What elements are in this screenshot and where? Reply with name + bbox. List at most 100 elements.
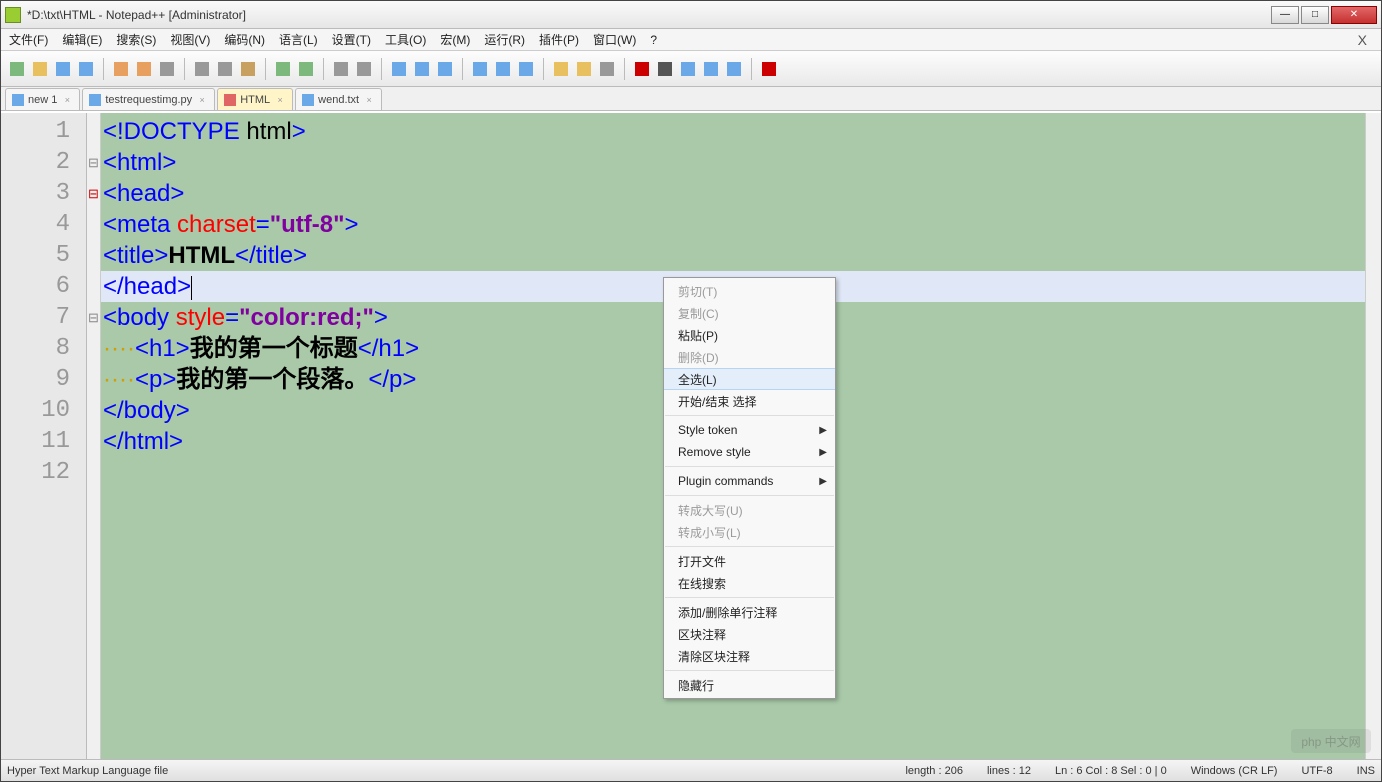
close-button[interactable]	[111, 59, 131, 79]
app-icon	[5, 7, 21, 23]
status-pos: Ln : 6 Col : 8 Sel : 0 | 0	[1055, 765, 1167, 777]
context-menu-item[interactable]: Remove style▶	[664, 441, 835, 463]
context-menu-item[interactable]: 在线搜索	[664, 572, 835, 594]
context-menu-item[interactable]: Style token▶	[664, 419, 835, 441]
close-all-button[interactable]	[134, 59, 154, 79]
zoom-out-button[interactable]	[412, 59, 432, 79]
line-number: 11	[1, 426, 86, 457]
folder-button[interactable]	[574, 59, 594, 79]
play-last-button[interactable]	[678, 59, 698, 79]
indent-guide-button[interactable]	[516, 59, 536, 79]
fold-marker[interactable]: ⊟	[87, 178, 100, 209]
close-doc-button[interactable]: X	[1358, 32, 1373, 48]
print-button[interactable]	[157, 59, 177, 79]
code-line[interactable]: <html>	[101, 147, 1381, 178]
record-button[interactable]	[632, 59, 652, 79]
word-wrap-icon	[473, 62, 487, 76]
eye-icon	[600, 62, 614, 76]
tab-testrequestimg-py[interactable]: testrequestimg.py×	[82, 88, 215, 110]
menu-separator	[665, 597, 834, 598]
close-button[interactable]: ✕	[1331, 6, 1377, 24]
menu-item-label: 开始/结束 选择	[678, 393, 757, 410]
context-menu-item[interactable]: 清除区块注释	[664, 645, 835, 667]
copy-button[interactable]	[215, 59, 235, 79]
zoom-in-button[interactable]	[389, 59, 409, 79]
tab-close-icon[interactable]: ×	[363, 94, 375, 106]
save-all-button[interactable]	[76, 59, 96, 79]
line-number: 4	[1, 209, 86, 240]
find-button[interactable]	[331, 59, 351, 79]
menu-item-label: 在线搜索	[678, 575, 726, 592]
tab-label: new 1	[28, 94, 57, 106]
menu-encode[interactable]: 编码(N)	[224, 31, 265, 48]
context-menu-item[interactable]: 粘贴(P)	[664, 324, 835, 346]
lang-button[interactable]	[551, 59, 571, 79]
stop-button[interactable]	[655, 59, 675, 79]
titlebar[interactable]: *D:\txt\HTML - Notepad++ [Administrator]…	[1, 1, 1381, 29]
play-multi-button[interactable]	[701, 59, 721, 79]
undo-button[interactable]	[273, 59, 293, 79]
menu-tools[interactable]: 工具(O)	[385, 31, 426, 48]
fold-marker[interactable]: ⊟	[87, 302, 100, 333]
context-menu-item[interactable]: 隐藏行	[664, 674, 835, 696]
new-file-button[interactable]	[7, 59, 27, 79]
new-file-icon	[10, 62, 24, 76]
menu-help[interactable]: ?	[650, 33, 657, 47]
menu-separator	[665, 546, 834, 547]
menu-settings[interactable]: 设置(T)	[332, 31, 371, 48]
menu-separator	[665, 495, 834, 496]
fold-marker[interactable]: ⊟	[87, 147, 100, 178]
code-line[interactable]: <!DOCTYPE html>	[101, 116, 1381, 147]
maximize-button[interactable]: □	[1301, 6, 1329, 24]
tab-close-icon[interactable]: ×	[274, 94, 286, 106]
context-menu-item[interactable]: 添加/删除单行注释	[664, 601, 835, 623]
tab-close-icon[interactable]: ×	[61, 94, 73, 106]
menu-separator	[665, 670, 834, 671]
tab-close-icon[interactable]: ×	[196, 94, 208, 106]
status-enc: UTF-8	[1301, 765, 1332, 777]
folder-icon	[577, 62, 591, 76]
word-wrap-button[interactable]	[470, 59, 490, 79]
vertical-scrollbar[interactable]	[1365, 113, 1381, 759]
paste-button[interactable]	[238, 59, 258, 79]
code-line[interactable]: <meta charset="utf-8">	[101, 209, 1381, 240]
code-line[interactable]: <title>HTML</title>	[101, 240, 1381, 271]
menu-macro[interactable]: 宏(M)	[440, 31, 470, 48]
save-button[interactable]	[53, 59, 73, 79]
menu-plugins[interactable]: 插件(P)	[539, 31, 579, 48]
replace-button[interactable]	[354, 59, 374, 79]
save-macro-button[interactable]	[724, 59, 744, 79]
menu-file[interactable]: 文件(F)	[9, 31, 48, 48]
menu-item-label: 粘贴(P)	[678, 327, 718, 344]
redo-button[interactable]	[296, 59, 316, 79]
close-all-icon	[137, 62, 151, 76]
context-menu-item: 删除(D)	[664, 346, 835, 368]
menu-view[interactable]: 视图(V)	[170, 31, 210, 48]
menu-lang[interactable]: 语言(L)	[279, 31, 318, 48]
menu-separator	[665, 466, 834, 467]
spellcheck-button[interactable]	[759, 59, 779, 79]
menu-edit[interactable]: 编辑(E)	[62, 31, 102, 48]
sync-button[interactable]	[435, 59, 455, 79]
menu-run[interactable]: 运行(R)	[484, 31, 525, 48]
context-menu-item[interactable]: 全选(L)	[664, 368, 835, 390]
fold-marker	[87, 333, 100, 364]
cut-button[interactable]	[192, 59, 212, 79]
context-menu-item[interactable]: 开始/结束 选择	[664, 390, 835, 412]
fold-marker	[87, 271, 100, 302]
tab-HTML[interactable]: HTML×	[217, 88, 293, 110]
eye-button[interactable]	[597, 59, 617, 79]
menu-search[interactable]: 搜索(S)	[116, 31, 156, 48]
fold-column[interactable]: ⊟⊟⊟	[87, 113, 101, 759]
context-menu-item[interactable]: 打开文件	[664, 550, 835, 572]
tab-wend-txt[interactable]: wend.txt×	[295, 88, 382, 110]
tab-new-1[interactable]: new 1 ×	[5, 88, 80, 110]
code-line[interactable]: <head>	[101, 178, 1381, 209]
context-menu-item[interactable]: 区块注释	[664, 623, 835, 645]
menu-window[interactable]: 窗口(W)	[593, 31, 636, 48]
all-chars-button[interactable]	[493, 59, 513, 79]
context-menu-item[interactable]: Plugin commands▶	[664, 470, 835, 492]
minimize-button[interactable]: —	[1271, 6, 1299, 24]
open-file-button[interactable]	[30, 59, 50, 79]
file-icon	[224, 94, 236, 106]
